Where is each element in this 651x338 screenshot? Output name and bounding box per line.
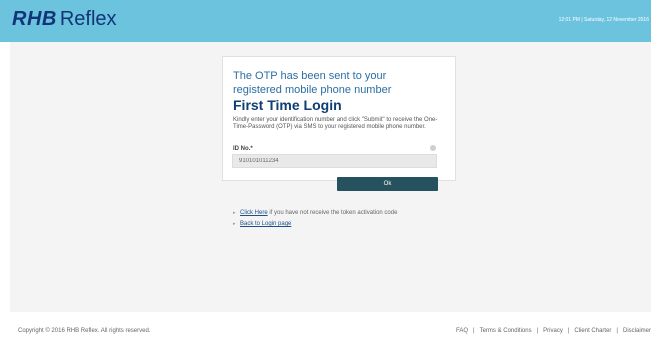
arrow-bullet-icon: ▸	[233, 210, 236, 216]
footer-link-terms[interactable]: Terms & Conditions	[480, 328, 532, 334]
login-instructions: Kindly enter your identification number …	[233, 117, 438, 130]
logo-reflex-text: Reflex	[59, 8, 117, 30]
arrow-bullet-icon: ▸	[233, 221, 236, 227]
info-icon[interactable]	[430, 145, 436, 151]
footer-separator: |	[616, 328, 618, 334]
back-to-login-link[interactable]: Back to Login page	[240, 221, 291, 227]
footer-link-privacy[interactable]: Privacy	[543, 328, 563, 334]
first-time-login-card: The OTP has been sent to your registered…	[222, 56, 456, 181]
list-item: ▸ Click Here if you have not receive the…	[233, 210, 433, 217]
list-item: ▸ Back to Login page	[233, 221, 433, 228]
rhb-reflex-logo[interactable]: RHB Reflex	[12, 7, 117, 31]
otp-sent-message: The OTP has been sent to your registered…	[233, 70, 392, 96]
top-header-bar: RHB Reflex 12:01 PM | Saturday, 12 Novemb…	[0, 0, 651, 42]
footer-separator: |	[536, 328, 539, 334]
footer-link-faq[interactable]: FAQ	[456, 328, 468, 334]
footer-link-client-charter[interactable]: Client Charter	[574, 328, 611, 334]
token-activation-text: if you have not receive the token activa…	[267, 210, 398, 216]
footer-separator: |	[473, 328, 475, 334]
footer-link-disclaimer[interactable]: Disclaimer	[623, 328, 651, 334]
click-here-link[interactable]: Click Here	[240, 210, 268, 216]
copyright-text: Copyright © 2016 RHB Reflex. All rights …	[18, 328, 151, 334]
page-title: First Time Login	[233, 97, 342, 113]
id-number-input[interactable]	[232, 154, 437, 168]
footer-links: FAQ | Terms & Conditions | Privacy | Client Ch…	[456, 328, 651, 334]
ok-button[interactable]: Ok	[337, 177, 438, 191]
footer-separator: |	[567, 328, 570, 334]
header-datetime: 12:01 PM | Saturday, 12 November 2016	[558, 17, 649, 23]
id-number-label: ID No.*	[233, 146, 253, 152]
logo-rhb-text: RHB	[12, 8, 57, 30]
help-links: ▸ Click Here if you have not receive the…	[233, 210, 433, 228]
